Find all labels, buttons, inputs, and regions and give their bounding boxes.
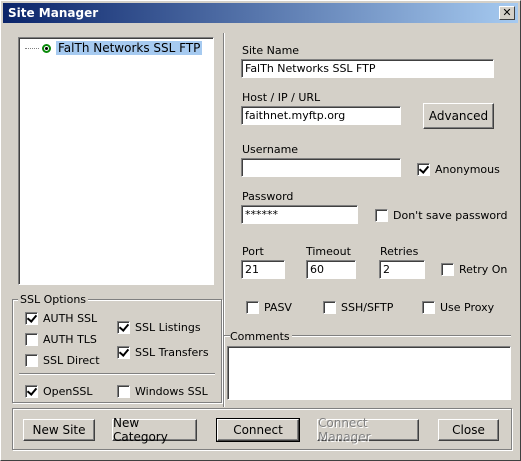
dont-save-password-label: Don't save password	[393, 209, 508, 222]
ssh-sftp-checkbox[interactable]: SSH/SFTP	[323, 301, 393, 314]
site-name-input[interactable]: FalTh Networks SSL FTP	[241, 59, 494, 78]
ssh-sftp-check[interactable]	[323, 301, 336, 314]
ssl-transfers-checkbox[interactable]: SSL Transfers	[117, 346, 209, 359]
auth-tls-label: AUTH TLS	[43, 333, 97, 346]
site-icon	[42, 43, 51, 53]
tree-item-label: FalTh Networks SSL FTP	[56, 41, 203, 55]
new-category-label: New Category	[113, 416, 168, 444]
dont-save-password-check[interactable]	[375, 209, 388, 222]
anonymous-check[interactable]	[417, 163, 430, 176]
ssl-options-title: SSL Options	[18, 293, 89, 306]
advanced-button-label: Advanced	[428, 109, 489, 123]
comments-input[interactable]	[227, 346, 511, 400]
ssl-divider	[19, 373, 215, 375]
connect-manager-button[interactable]: Connect Manager	[317, 416, 419, 444]
openssl-label: OpenSSL	[43, 385, 93, 398]
retry-on-label: Retry On	[459, 263, 508, 276]
new-site-button[interactable]: New Site	[23, 419, 95, 441]
retries-label: Retries	[380, 245, 419, 258]
auth-ssl-checkbox[interactable]: AUTH SSL	[25, 312, 97, 325]
window-title: Site Manager	[8, 6, 99, 20]
auth-tls-check[interactable]	[25, 333, 38, 346]
new-category-button[interactable]: New Category	[112, 416, 197, 444]
connect-manager-label: Connect Manager	[318, 416, 371, 444]
ssl-listings-label: SSL Listings	[135, 321, 201, 334]
password-input[interactable]: ******	[241, 205, 358, 224]
comments-label: Comments	[230, 330, 292, 343]
site-tree[interactable]	[18, 37, 214, 285]
use-proxy-checkbox[interactable]: Use Proxy	[422, 301, 494, 314]
site-name-label: Site Name	[242, 44, 300, 57]
auth-tls-checkbox[interactable]: AUTH TLS	[25, 333, 97, 346]
username-label: Username	[242, 143, 299, 156]
connect-button[interactable]: Connect	[216, 418, 300, 442]
pasv-checkbox[interactable]: PASV	[246, 301, 292, 314]
windows-ssl-check[interactable]	[117, 385, 130, 398]
retry-on-checkbox[interactable]: Retry On	[441, 263, 507, 276]
connect-label: Connect	[233, 423, 283, 437]
host-label: Host / IP / URL	[242, 91, 321, 104]
anonymous-checkbox[interactable]: Anonymous	[417, 163, 500, 176]
pasv-check[interactable]	[246, 301, 259, 314]
use-proxy-check[interactable]	[422, 301, 435, 314]
advanced-button[interactable]: Advanced	[423, 103, 494, 129]
anonymous-label: Anonymous	[435, 163, 500, 176]
ssl-transfers-label: SSL Transfers	[135, 346, 209, 359]
openssl-check[interactable]	[25, 385, 38, 398]
timeout-input[interactable]: 60	[306, 260, 356, 279]
windows-ssl-label: Windows SSL	[135, 385, 208, 398]
auth-ssl-label: AUTH SSL	[43, 312, 98, 325]
ssh-sftp-label: SSH/SFTP	[341, 301, 394, 314]
ssl-direct-label: SSL Direct	[43, 354, 100, 367]
site-manager-window: Site Manager ✕ FalTh Networks SSL FTP SS…	[0, 0, 521, 461]
openssl-checkbox[interactable]: OpenSSL	[25, 385, 92, 398]
close-label: Close	[452, 423, 485, 437]
pasv-label: PASV	[264, 301, 292, 314]
close-icon[interactable]: ✕	[499, 6, 515, 20]
ssl-direct-checkbox[interactable]: SSL Direct	[25, 354, 100, 367]
panel-divider	[223, 33, 225, 407]
title-bar[interactable]: Site Manager ✕	[3, 3, 518, 23]
ssl-listings-check[interactable]	[117, 321, 130, 334]
close-button[interactable]: Close	[438, 419, 499, 441]
timeout-label: Timeout	[306, 245, 351, 258]
host-input[interactable]: faithnet.myftp.org	[241, 106, 401, 125]
tree-item[interactable]: FalTh Networks SSL FTP	[25, 41, 203, 55]
use-proxy-label: Use Proxy	[440, 301, 495, 314]
auth-ssl-check[interactable]	[25, 312, 38, 325]
tree-connector	[25, 47, 39, 49]
retries-input[interactable]: 2	[379, 260, 425, 279]
dont-save-password-checkbox[interactable]: Don't save password	[375, 209, 507, 222]
ssl-listings-checkbox[interactable]: SSL Listings	[117, 321, 201, 334]
password-label: Password	[242, 190, 294, 203]
port-input[interactable]: 21	[241, 260, 285, 279]
ssl-direct-check[interactable]	[25, 354, 38, 367]
port-label: Port	[242, 245, 264, 258]
username-input[interactable]	[241, 158, 401, 177]
retry-on-check[interactable]	[441, 263, 454, 276]
windows-ssl-checkbox[interactable]: Windows SSL	[117, 385, 208, 398]
ssl-transfers-check[interactable]	[117, 346, 130, 359]
new-site-label: New Site	[32, 423, 86, 437]
